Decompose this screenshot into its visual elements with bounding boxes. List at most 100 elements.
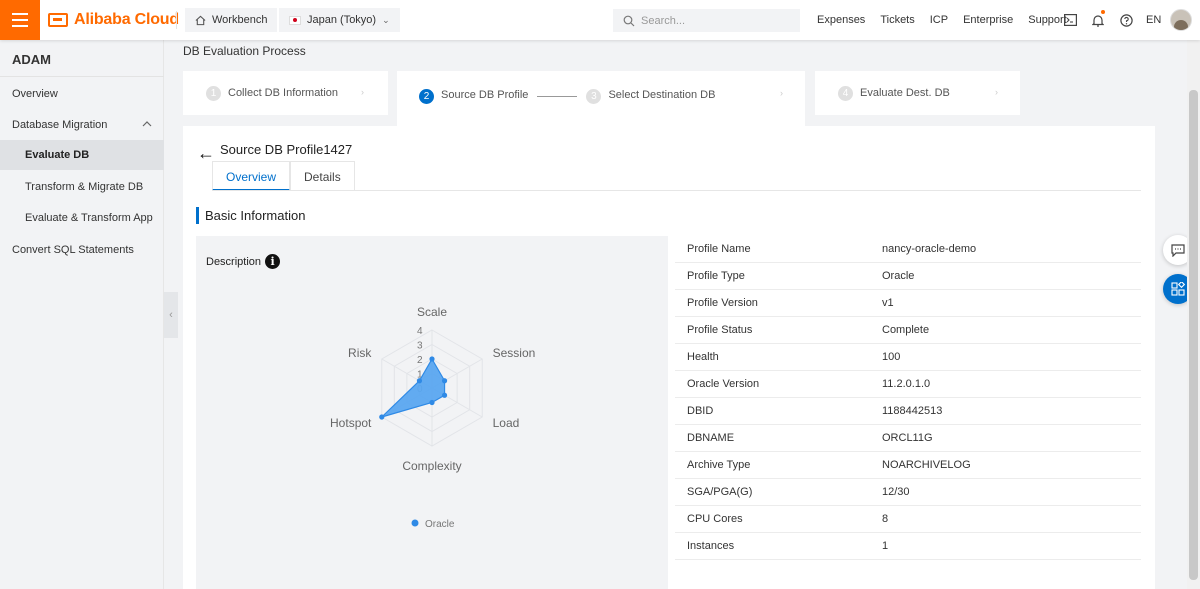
info-icon[interactable]: i bbox=[265, 254, 281, 269]
scrollbar-thumb[interactable] bbox=[1189, 90, 1198, 580]
chevron-right-icon: › bbox=[995, 87, 998, 97]
expenses-link[interactable]: Expenses bbox=[817, 14, 865, 26]
search-input[interactable] bbox=[641, 14, 781, 27]
row-key: Health bbox=[687, 351, 719, 363]
step-evaluate-dest-db[interactable]: 4 Evaluate Dest. DB › bbox=[815, 71, 1020, 115]
row-key: DBID bbox=[687, 405, 714, 417]
logo-mark-icon bbox=[48, 13, 68, 27]
step-source-db-profile[interactable]: 2 Source DB Profile 3 Select Destination… bbox=[397, 71, 805, 127]
row-value: 100 bbox=[882, 351, 901, 363]
step-label: Source DB Profile bbox=[441, 89, 529, 101]
tab-divider bbox=[212, 190, 1141, 191]
help-icon[interactable] bbox=[1112, 0, 1140, 40]
basic-info-table: Profile Name nancy-oracle-demo Profile Typ… bbox=[675, 236, 1141, 560]
table-row: Archive Type NOARCHIVELOG bbox=[675, 452, 1141, 479]
legend-marker bbox=[411, 519, 419, 527]
radar-indicator-label: Load bbox=[493, 416, 520, 430]
row-value: NOARCHIVELOG bbox=[882, 459, 971, 471]
chevron-right-icon: › bbox=[361, 87, 364, 97]
table-row: Profile Name nancy-oracle-demo bbox=[675, 236, 1141, 263]
user-avatar[interactable] bbox=[1170, 9, 1193, 31]
table-row: Oracle Version 11.2.0.1.0 bbox=[675, 371, 1141, 398]
row-key: Profile Version bbox=[687, 297, 758, 309]
workbench-button[interactable]: Workbench bbox=[185, 8, 278, 32]
step-label: Select Destination DB bbox=[608, 89, 716, 101]
table-row: Profile Status Complete bbox=[675, 317, 1141, 344]
hamburger-menu-icon[interactable] bbox=[0, 0, 40, 40]
region-selector[interactable]: Japan (Tokyo) ⌄ bbox=[279, 8, 400, 32]
apps-grid-icon bbox=[1171, 282, 1185, 296]
search-box[interactable] bbox=[613, 9, 800, 32]
search-icon bbox=[623, 15, 635, 26]
row-value: 11.2.0.1.0 bbox=[882, 378, 931, 390]
radar-data-point bbox=[416, 378, 423, 384]
sidebar-collapse-toggle[interactable]: ‹ bbox=[164, 292, 178, 338]
row-value: 8 bbox=[882, 513, 889, 525]
radar-indicator-label: Session bbox=[493, 346, 536, 360]
enterprise-link[interactable]: Enterprise bbox=[963, 14, 1013, 26]
legend-label: Oracle bbox=[425, 519, 455, 530]
table-row: DBNAME ORCL11G bbox=[675, 425, 1141, 452]
top-links: Expenses Tickets ICP Enterprise Support bbox=[817, 0, 1067, 40]
step-connector bbox=[537, 96, 578, 97]
row-value: nancy-oracle-demo bbox=[882, 243, 977, 255]
sidebar-item-evaluate-db[interactable]: Evaluate DB bbox=[0, 140, 164, 170]
table-row: Profile Type Oracle bbox=[675, 263, 1141, 290]
row-key: Archive Type bbox=[687, 459, 751, 471]
step-label: Evaluate Dest. DB bbox=[860, 87, 950, 99]
step-collect-db-info[interactable]: 1 Collect DB Information › bbox=[183, 71, 388, 115]
section-title: Basic Information bbox=[196, 207, 305, 224]
tab-bar: Overview Details bbox=[212, 161, 355, 191]
row-key: DBNAME bbox=[687, 432, 735, 444]
row-key: Profile Status bbox=[687, 324, 753, 336]
sidebar-title: ADAM bbox=[12, 52, 51, 67]
sidebar-item-transform-migrate-db[interactable]: Transform & Migrate DB bbox=[0, 172, 164, 202]
row-key: CPU Cores bbox=[687, 513, 743, 525]
row-key: Instances bbox=[687, 540, 735, 552]
page-title: DB Evaluation Process bbox=[183, 44, 306, 58]
profile-title: Source DB Profile1427 bbox=[220, 142, 353, 157]
radar-data-point bbox=[379, 414, 385, 420]
row-value: ORCL11G bbox=[882, 432, 933, 444]
sidebar: ADAM Overview Database Migration Evaluat… bbox=[0, 40, 164, 589]
row-value: 1 bbox=[882, 540, 889, 552]
row-value: Complete bbox=[882, 324, 930, 336]
step-number: 4 bbox=[838, 85, 853, 101]
row-value: 1188442513 bbox=[882, 405, 943, 417]
chevron-right-icon: › bbox=[780, 88, 783, 98]
step-label: Collect DB Information bbox=[228, 87, 339, 99]
top-navigation-bar: Alibaba Cloud Workbench Japan (Tokyo) ⌄ … bbox=[0, 0, 1200, 40]
terminal-icon[interactable] bbox=[1056, 0, 1084, 40]
workbench-label: Workbench bbox=[212, 14, 268, 26]
chevron-left-icon: ‹ bbox=[169, 309, 173, 321]
logo-text: Alibaba Cloud bbox=[74, 11, 179, 28]
region-label: Japan (Tokyo) bbox=[307, 14, 377, 26]
radar-data-point bbox=[429, 356, 435, 362]
alibaba-cloud-logo[interactable]: Alibaba Cloud bbox=[48, 10, 179, 30]
tab-details[interactable]: Details bbox=[290, 161, 355, 191]
step-number: 1 bbox=[206, 85, 221, 101]
sidebar-item-database-migration[interactable]: Database Migration bbox=[0, 110, 164, 140]
chat-icon bbox=[1171, 243, 1185, 257]
sidebar-item-evaluate-transform-app[interactable]: Evaluate & Transform App bbox=[0, 203, 164, 233]
sidebar-item-convert-sql[interactable]: Convert SQL Statements bbox=[0, 235, 164, 265]
tickets-link[interactable]: Tickets bbox=[880, 14, 914, 26]
table-row: DBID 1188442513 bbox=[675, 398, 1141, 425]
divider bbox=[176, 11, 177, 29]
radar-chart: 01234ScaleSessionLoadComplexityHotspotRi… bbox=[330, 305, 536, 530]
radar-indicator-label: Hotspot bbox=[330, 416, 372, 430]
language-switch[interactable]: EN bbox=[1140, 14, 1170, 26]
row-key: SGA/PGA(G) bbox=[687, 486, 753, 498]
row-value: Oracle bbox=[882, 270, 915, 282]
icp-link[interactable]: ICP bbox=[930, 14, 948, 26]
step-number: 3 bbox=[586, 89, 602, 104]
radar-chart-card: Description i 01234ScaleSessionLoadCompl… bbox=[196, 236, 668, 589]
row-value: 12/30 bbox=[882, 486, 910, 498]
table-row: Health 100 bbox=[675, 344, 1141, 371]
sidebar-item-overview[interactable]: Overview bbox=[0, 79, 164, 109]
tab-overview[interactable]: Overview bbox=[212, 161, 291, 191]
radar-indicator-label: Complexity bbox=[402, 459, 461, 473]
radar-tick-label: 2 bbox=[417, 355, 423, 366]
radar-series-area bbox=[381, 357, 446, 418]
notification-bell-icon[interactable] bbox=[1084, 0, 1112, 40]
